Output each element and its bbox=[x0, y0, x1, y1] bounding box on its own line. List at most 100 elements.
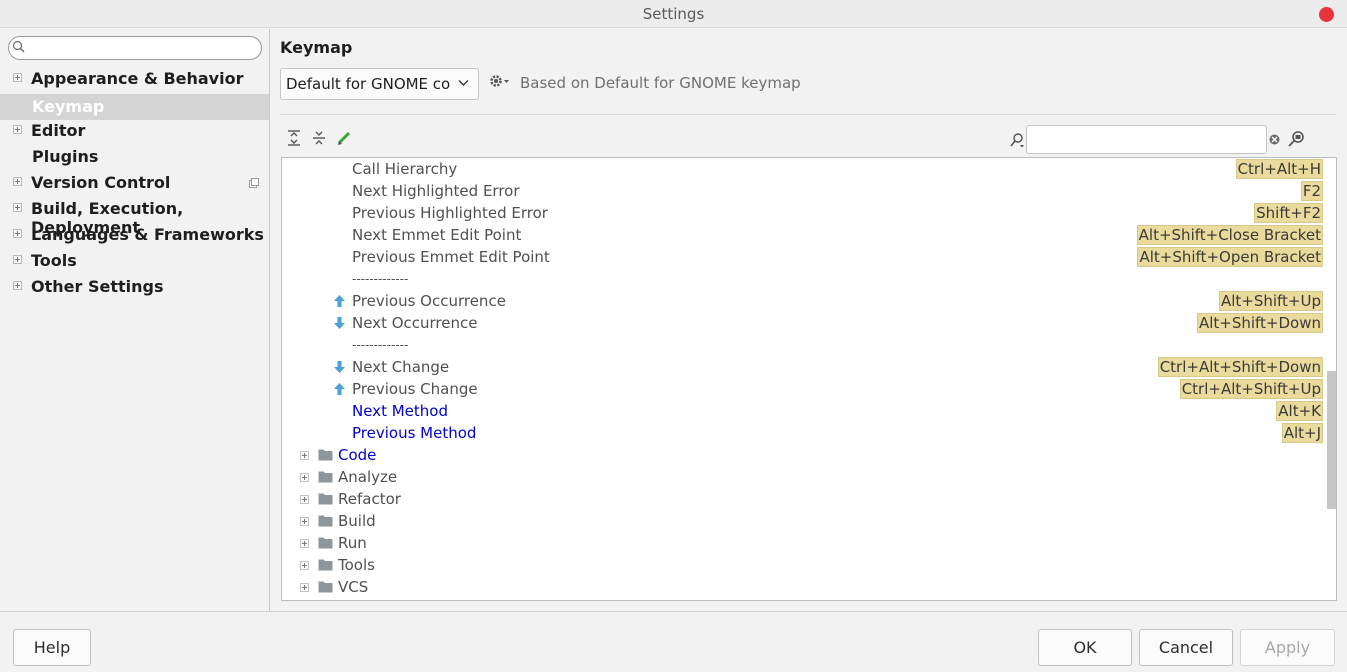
shortcut-badge: Ctrl+Alt+H bbox=[1235, 159, 1323, 179]
sidebar-item-label: Languages & Frameworks bbox=[31, 225, 264, 244]
shortcut-badge: Ctrl+Alt+Shift+Up bbox=[1179, 379, 1323, 399]
action-row[interactable]: Previous Emmet Edit Point Alt+Shift+Open… bbox=[282, 246, 1323, 268]
group-row[interactable]: Build bbox=[282, 510, 1322, 532]
sidebar-item-label: Appearance & Behavior bbox=[31, 69, 244, 88]
action-name: Previous Highlighted Error bbox=[352, 204, 548, 222]
cancel-button[interactable]: Cancel bbox=[1139, 629, 1233, 666]
sidebar-item-editor[interactable]: Editor bbox=[0, 118, 269, 144]
expand-icon[interactable] bbox=[13, 73, 22, 82]
action-row[interactable]: Next Highlighted Error F2 bbox=[282, 180, 1323, 202]
separator-label: ------------- bbox=[352, 338, 409, 352]
sidebar-item-appearance-behavior[interactable]: Appearance & Behavior bbox=[0, 66, 269, 92]
project-settings-icon bbox=[249, 178, 259, 188]
shortcut-badge: Alt+Shift+Close Bracket bbox=[1136, 225, 1323, 245]
apply-button[interactable]: Apply bbox=[1240, 629, 1335, 666]
sidebar-item-label: Tools bbox=[31, 251, 77, 270]
expand-icon[interactable] bbox=[13, 281, 22, 290]
arrow-down-icon bbox=[334, 361, 345, 373]
gear-icon[interactable] bbox=[488, 73, 510, 89]
sidebar-item-plugins[interactable]: Plugins bbox=[0, 144, 269, 170]
settings-sidebar: Appearance & Behavior Keymap Editor Plug… bbox=[0, 29, 270, 611]
sidebar-item-label: Keymap bbox=[32, 97, 105, 116]
group-row[interactable]: Code bbox=[282, 444, 1322, 466]
action-name: Previous Change bbox=[352, 380, 478, 398]
group-name: Refactor bbox=[338, 490, 401, 508]
expand-icon[interactable] bbox=[300, 451, 309, 460]
group-name: Build bbox=[338, 512, 376, 530]
keymap-filter-input[interactable] bbox=[1027, 126, 1266, 153]
action-row[interactable]: Previous Occurrence Alt+Shift+Up bbox=[282, 290, 1323, 312]
keymap-select-value: Default for GNOME co bbox=[286, 75, 451, 93]
sidebar-item-keymap[interactable]: Keymap bbox=[0, 94, 269, 120]
expand-all-icon[interactable] bbox=[287, 130, 301, 146]
ok-button[interactable]: OK bbox=[1038, 629, 1132, 666]
folder-icon bbox=[318, 471, 333, 483]
action-row[interactable]: Next Emmet Edit Point Alt+Shift+Close Br… bbox=[282, 224, 1323, 246]
shortcut-badge: Shift+F2 bbox=[1254, 203, 1323, 223]
action-row[interactable]: Next Occurrence Alt+Shift+Down bbox=[282, 312, 1323, 334]
group-name: Run bbox=[338, 534, 367, 552]
expand-icon[interactable] bbox=[13, 229, 22, 238]
collapse-all-icon[interactable] bbox=[312, 130, 326, 146]
expand-icon[interactable] bbox=[300, 561, 309, 570]
expand-icon[interactable] bbox=[13, 177, 22, 186]
group-row[interactable]: Tools bbox=[282, 554, 1322, 576]
tree-scrollbar[interactable] bbox=[1327, 371, 1336, 509]
shortcut-badge: Alt+J bbox=[1281, 423, 1323, 443]
expand-icon[interactable] bbox=[13, 125, 22, 134]
action-name: Next Change bbox=[352, 358, 450, 376]
separator-row: ------------- bbox=[282, 268, 1322, 290]
action-row[interactable]: Previous Method Alt+J bbox=[282, 422, 1323, 444]
group-row[interactable]: Run bbox=[282, 532, 1322, 554]
dialog-footer: Help OK Cancel Apply bbox=[0, 611, 1347, 672]
group-name: Analyze bbox=[338, 468, 398, 486]
sidebar-item-version-control[interactable]: Version Control bbox=[0, 170, 269, 196]
find-shortcut-icon[interactable] bbox=[1010, 132, 1024, 148]
help-button[interactable]: Help bbox=[13, 629, 91, 666]
keymap-panel: Keymap Default for GNOME co Based on Def… bbox=[271, 29, 1347, 611]
settings-search-field[interactable] bbox=[8, 36, 262, 60]
settings-search-input[interactable] bbox=[27, 39, 255, 57]
expand-icon[interactable] bbox=[300, 583, 309, 592]
edit-shortcut-icon[interactable] bbox=[337, 130, 351, 146]
sidebar-item-label: Other Settings bbox=[31, 277, 164, 296]
page-title: Keymap bbox=[280, 38, 353, 57]
folder-icon bbox=[318, 537, 333, 549]
shortcut-badge: F2 bbox=[1300, 181, 1323, 201]
sidebar-item-other-settings[interactable]: Other Settings bbox=[0, 274, 269, 300]
action-name: Next Method bbox=[352, 402, 448, 420]
keymap-select[interactable]: Default for GNOME co bbox=[280, 68, 479, 100]
keymap-filter-field[interactable] bbox=[1026, 125, 1267, 154]
divider bbox=[280, 114, 1336, 115]
expand-icon[interactable] bbox=[300, 517, 309, 526]
action-name: Next Highlighted Error bbox=[352, 182, 520, 200]
action-name: Call Hierarchy bbox=[352, 160, 458, 178]
group-name: Code bbox=[338, 446, 377, 464]
sidebar-item-languages-frameworks[interactable]: Languages & Frameworks bbox=[0, 222, 269, 248]
expand-icon[interactable] bbox=[300, 473, 309, 482]
arrow-down-icon bbox=[334, 317, 345, 329]
sidebar-item-tools[interactable]: Tools bbox=[0, 248, 269, 274]
close-window-button[interactable] bbox=[1319, 7, 1334, 22]
arrow-up-icon bbox=[334, 383, 345, 395]
expand-icon[interactable] bbox=[300, 495, 309, 504]
action-row[interactable]: Previous Change Ctrl+Alt+Shift+Up bbox=[282, 378, 1323, 400]
action-row[interactable]: Next Method Alt+K bbox=[282, 400, 1323, 422]
clear-filter-icon[interactable] bbox=[1269, 134, 1280, 145]
group-row[interactable]: VCS bbox=[282, 576, 1322, 598]
expand-icon[interactable] bbox=[300, 539, 309, 548]
keymap-tree: Call Hierarchy Ctrl+Alt+H Next Highlight… bbox=[281, 157, 1337, 601]
sidebar-item-build-execution-deployment[interactable]: Build, Execution, Deployment bbox=[0, 196, 269, 237]
action-row[interactable]: Next Change Ctrl+Alt+Shift+Down bbox=[282, 356, 1323, 378]
group-name: Tools bbox=[338, 556, 375, 574]
group-row[interactable]: Analyze bbox=[282, 466, 1322, 488]
find-by-shortcut-icon[interactable] bbox=[1288, 130, 1306, 148]
group-row[interactable]: Refactor bbox=[282, 488, 1322, 510]
expand-icon[interactable] bbox=[13, 203, 22, 212]
group-name: VCS bbox=[338, 578, 369, 596]
expand-icon[interactable] bbox=[13, 255, 22, 264]
shortcut-badge: Alt+Shift+Up bbox=[1218, 291, 1323, 311]
action-name: Previous Method bbox=[352, 424, 477, 442]
action-row[interactable]: Previous Highlighted Error Shift+F2 bbox=[282, 202, 1323, 224]
action-row[interactable]: Call Hierarchy Ctrl+Alt+H bbox=[282, 158, 1323, 180]
